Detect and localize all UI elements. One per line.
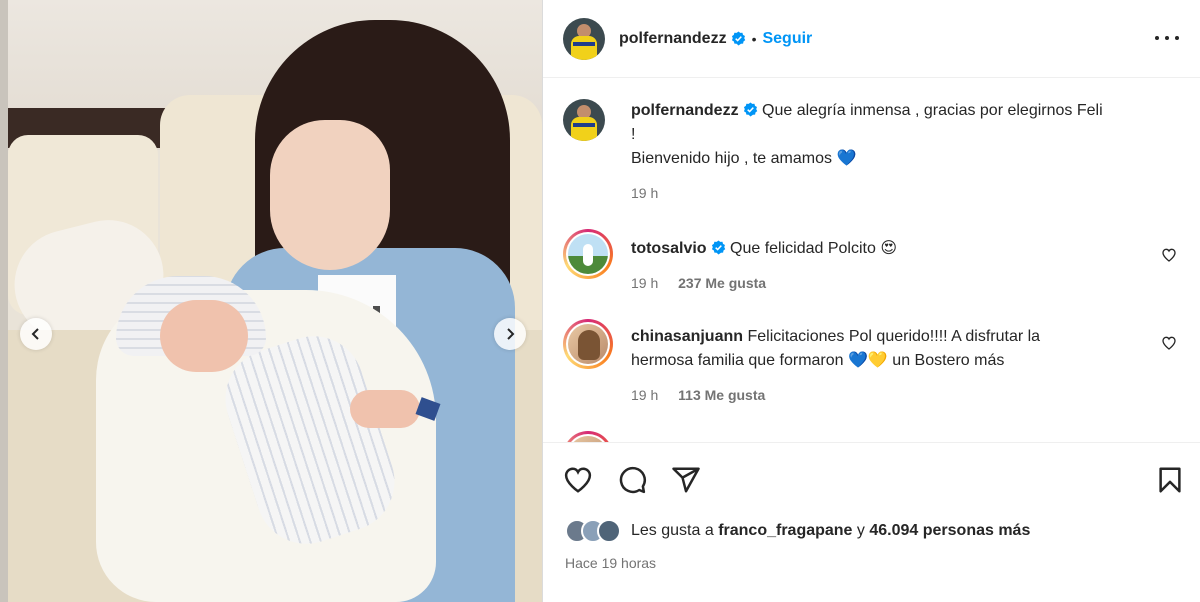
author-avatar[interactable] — [563, 17, 605, 60]
post-header: polfernandezz • Seguir — [543, 0, 1200, 78]
blue-yellow-hearts-emoji: 💙💛 — [848, 352, 888, 369]
verified-badge-icon — [731, 31, 745, 46]
caption-text-line2: ! — [631, 126, 636, 143]
carousel-prev-button[interactable] — [20, 318, 52, 350]
likes-summary: Les gusta a franco_fragapane y 46.094 pe… — [565, 519, 1030, 543]
comments-section: polfernandezz Que alegría inmensa , grac… — [543, 79, 1200, 442]
comment-like-heart-icon[interactable] — [1161, 247, 1177, 263]
likes-count[interactable]: 46.094 personas más — [869, 522, 1030, 540]
caption-text-line1: Que alegría inmensa , gracias por elegir… — [762, 102, 1103, 119]
heart-eyes-emoji: 😍 — [880, 240, 898, 257]
author-username[interactable]: polfernandezz — [619, 30, 727, 48]
comment-likes[interactable]: 237 Me gusta — [678, 275, 766, 291]
verified-badge-icon — [743, 102, 757, 117]
caption-time: 19 h — [631, 185, 659, 201]
chevron-right-icon — [507, 328, 515, 340]
comment-text-line2: hermosa familia que formaron — [631, 352, 844, 369]
more-options-icon[interactable] — [1155, 28, 1179, 48]
paper-plane-icon — [672, 467, 700, 493]
comment-button[interactable] — [617, 465, 647, 495]
commenter-avatar[interactable] — [563, 229, 613, 279]
liker-username[interactable]: franco_fragapane — [718, 522, 852, 540]
post-photo — [0, 0, 542, 602]
commenter-avatar[interactable] — [563, 431, 613, 442]
like-button[interactable] — [563, 465, 593, 495]
action-bar: Les gusta a franco_fragapane y 46.094 pe… — [543, 442, 1200, 602]
comment-username[interactable]: totosalvio — [631, 240, 707, 257]
comment-text-line2-end: un Bostero más — [892, 352, 1005, 369]
caption-username[interactable]: polfernandezz — [631, 102, 739, 119]
liker-avatars[interactable] — [565, 519, 621, 543]
follow-button[interactable]: Seguir — [762, 30, 812, 48]
comment-like-heart-icon[interactable] — [1161, 335, 1177, 351]
share-button[interactable] — [671, 465, 701, 495]
post-side-panel: polfernandezz • Seguir polfernandezz Que… — [542, 0, 1200, 602]
comment-username[interactable]: chinasanjuann — [631, 328, 743, 345]
carousel-next-button[interactable] — [494, 318, 526, 350]
likes-prefix: Les gusta a — [631, 522, 714, 539]
comment-time: 19 h — [631, 275, 659, 291]
comment-text: Que felicidad Polcito — [730, 240, 876, 257]
save-button[interactable] — [1155, 465, 1185, 495]
verified-badge-icon — [711, 240, 725, 255]
chevron-left-icon — [31, 328, 39, 340]
post-timestamp[interactable]: Hace 19 horas — [565, 555, 656, 571]
comment-text-line1: Felicitaciones Pol querido!!!! A disfrut… — [747, 328, 1041, 345]
likes-middle: y — [856, 522, 865, 539]
comment-likes[interactable]: 113 Me gusta — [678, 387, 765, 403]
heart-icon — [564, 467, 592, 493]
caption-text-line3: Bienvenido hijo , te amamos — [631, 150, 832, 167]
caption-author-avatar[interactable] — [563, 99, 605, 141]
comment-icon — [619, 466, 646, 494]
bookmark-icon — [1159, 467, 1181, 493]
comment-time: 19 h — [631, 387, 659, 403]
commenter-avatar[interactable] — [563, 319, 613, 369]
separator-dot: • — [751, 30, 757, 47]
blue-heart-emoji: 💙 — [836, 150, 857, 167]
